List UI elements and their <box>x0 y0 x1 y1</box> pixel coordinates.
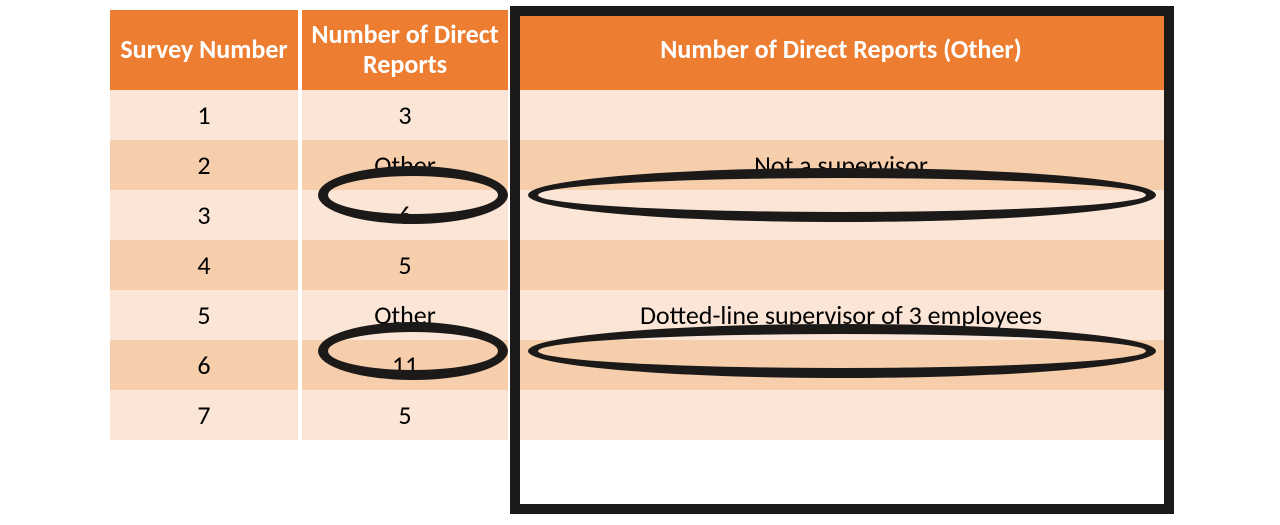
cell-direct-reports: 5 <box>300 390 510 440</box>
cell-survey-number: 3 <box>110 190 300 240</box>
cell-direct-reports-other <box>510 390 1170 440</box>
cell-direct-reports-other <box>510 90 1170 140</box>
header-direct-reports-other: Number of Direct Reports (Other) <box>510 10 1170 90</box>
cell-direct-reports-other: Dotted-line supervisor of 3 employees <box>510 290 1170 340</box>
table-row: 7 5 <box>110 390 1170 440</box>
table-row: 5 Other Dotted-line supervisor of 3 empl… <box>110 290 1170 340</box>
reports-table: Survey Number Number of Direct Reports N… <box>110 10 1170 440</box>
table-row: 4 5 <box>110 240 1170 290</box>
header-survey-number: Survey Number <box>110 10 300 90</box>
cell-direct-reports: 3 <box>300 90 510 140</box>
cell-direct-reports: 6 <box>300 190 510 240</box>
cell-direct-reports-other <box>510 190 1170 240</box>
cell-direct-reports: Other <box>300 140 510 190</box>
table-row: 2 Other Not a supervisor <box>110 140 1170 190</box>
header-direct-reports-text: Number of Direct Reports <box>310 20 500 80</box>
cell-survey-number: 4 <box>110 240 300 290</box>
page-stage: Survey Number Number of Direct Reports N… <box>0 0 1280 525</box>
header-survey-number-text: Survey Number <box>118 35 290 65</box>
table-row: 1 3 <box>110 90 1170 140</box>
cell-survey-number: 6 <box>110 340 300 390</box>
cell-survey-number: 1 <box>110 90 300 140</box>
cell-direct-reports-other <box>510 340 1170 390</box>
table-row: 3 6 <box>110 190 1170 240</box>
cell-direct-reports: 5 <box>300 240 510 290</box>
cell-survey-number: 2 <box>110 140 300 190</box>
table-row: 6 11 <box>110 340 1170 390</box>
cell-survey-number: 7 <box>110 390 300 440</box>
cell-direct-reports: 11 <box>300 340 510 390</box>
cell-direct-reports: Other <box>300 290 510 340</box>
header-direct-reports: Number of Direct Reports <box>300 10 510 90</box>
cell-direct-reports-other: Not a supervisor <box>510 140 1170 190</box>
table-header-row: Survey Number Number of Direct Reports N… <box>110 10 1170 90</box>
header-direct-reports-other-text: Number of Direct Reports (Other) <box>520 35 1162 65</box>
cell-survey-number: 5 <box>110 290 300 340</box>
cell-direct-reports-other <box>510 240 1170 290</box>
